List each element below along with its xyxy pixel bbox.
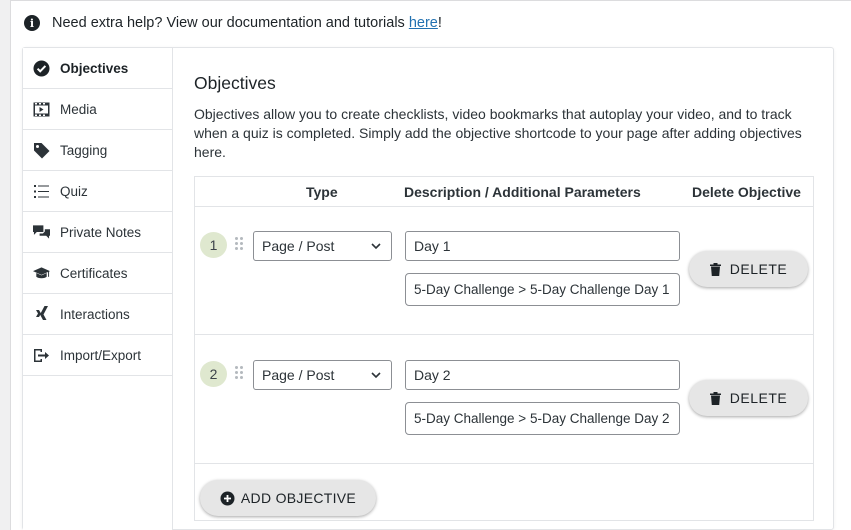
film-icon bbox=[33, 101, 50, 118]
type-select[interactable]: Page / Post bbox=[253, 231, 392, 261]
description-input[interactable]: Day 1 bbox=[405, 231, 680, 261]
table-row: 1 Page / Post Day 1 5-Day Challenge > 5-… bbox=[195, 206, 813, 335]
plus-circle-icon bbox=[220, 491, 235, 505]
sidebar-item-quiz[interactable]: Quiz bbox=[23, 171, 172, 212]
sidebar-item-label: Interactions bbox=[60, 306, 130, 322]
sidebar-item-label: Certificates bbox=[60, 265, 128, 281]
help-text: Need extra help? View our documentation … bbox=[52, 15, 409, 31]
help-notice: i Need extra help? View our documentatio… bbox=[24, 12, 442, 34]
delete-button[interactable]: DELETE bbox=[689, 380, 808, 416]
page-description: Objectives allow you to create checklist… bbox=[194, 106, 802, 160]
table-row: 2 Page / Post Day 2 5-Day Challenge > 5-… bbox=[195, 335, 813, 464]
settings-panel: Objectives Media Tagging Quiz Private No… bbox=[22, 47, 834, 530]
chevron-down-icon bbox=[371, 243, 381, 250]
page-title: Objectives bbox=[194, 73, 276, 93]
row-number-badge: 2 bbox=[200, 361, 227, 387]
help-link[interactable]: here bbox=[409, 15, 438, 31]
row-number-badge: 1 bbox=[200, 232, 227, 258]
parameter-select[interactable]: 5-Day Challenge > 5-Day Challenge Day 1 bbox=[405, 273, 680, 306]
trash-icon bbox=[709, 262, 721, 276]
parameter-select[interactable]: 5-Day Challenge > 5-Day Challenge Day 2 bbox=[405, 402, 680, 435]
tag-icon bbox=[33, 142, 50, 159]
sidebar-item-label: Import/Export bbox=[60, 347, 142, 363]
objectives-table: Type Description / Additional Parameters… bbox=[194, 176, 814, 521]
graduation-cap-icon bbox=[33, 265, 50, 282]
sidebar-item-label: Quiz bbox=[60, 183, 88, 199]
sidebar-item-tagging[interactable]: Tagging bbox=[23, 130, 172, 171]
sidebar: Objectives Media Tagging Quiz Private No… bbox=[23, 48, 173, 530]
sidebar-item-certificates[interactable]: Certificates bbox=[23, 253, 172, 294]
delete-button-label: DELETE bbox=[729, 390, 788, 406]
check-circle-icon bbox=[33, 60, 50, 77]
xing-icon bbox=[33, 305, 50, 323]
drag-handle-icon[interactable] bbox=[235, 366, 245, 382]
column-header-description: Description / Additional Parameters bbox=[404, 184, 641, 200]
type-select-value: Page / Post bbox=[262, 367, 335, 383]
sidebar-item-objectives[interactable]: Objectives bbox=[23, 48, 172, 89]
delete-button[interactable]: DELETE bbox=[689, 251, 808, 287]
export-icon bbox=[33, 347, 50, 364]
add-objective-label: ADD OBJECTIVE bbox=[240, 490, 357, 506]
type-select[interactable]: Page / Post bbox=[253, 360, 392, 390]
drag-handle-icon[interactable] bbox=[235, 237, 245, 253]
sidebar-item-label: Private Notes bbox=[60, 224, 142, 240]
sidebar-item-label: Media bbox=[60, 101, 97, 117]
sidebar-item-private-notes[interactable]: Private Notes bbox=[23, 212, 172, 253]
list-icon bbox=[33, 183, 50, 200]
trash-icon bbox=[709, 391, 721, 405]
sidebar-item-interactions[interactable]: Interactions bbox=[23, 294, 172, 335]
description-input[interactable]: Day 2 bbox=[405, 360, 680, 390]
add-objective-button[interactable]: ADD OBJECTIVE bbox=[200, 480, 376, 516]
column-header-delete: Delete Objective bbox=[692, 184, 801, 200]
delete-button-label: DELETE bbox=[729, 261, 788, 277]
info-icon: i bbox=[24, 15, 40, 31]
column-header-type: Type bbox=[306, 184, 338, 200]
help-suffix: ! bbox=[437, 15, 442, 31]
chat-bubbles-icon bbox=[33, 224, 50, 241]
sidebar-item-import-export[interactable]: Import/Export bbox=[23, 335, 172, 376]
sidebar-item-media[interactable]: Media bbox=[23, 89, 172, 130]
type-select-value: Page / Post bbox=[262, 238, 335, 254]
sidebar-item-label: Objectives bbox=[60, 60, 129, 76]
sidebar-item-label: Tagging bbox=[60, 142, 108, 158]
chevron-down-icon bbox=[371, 372, 381, 379]
